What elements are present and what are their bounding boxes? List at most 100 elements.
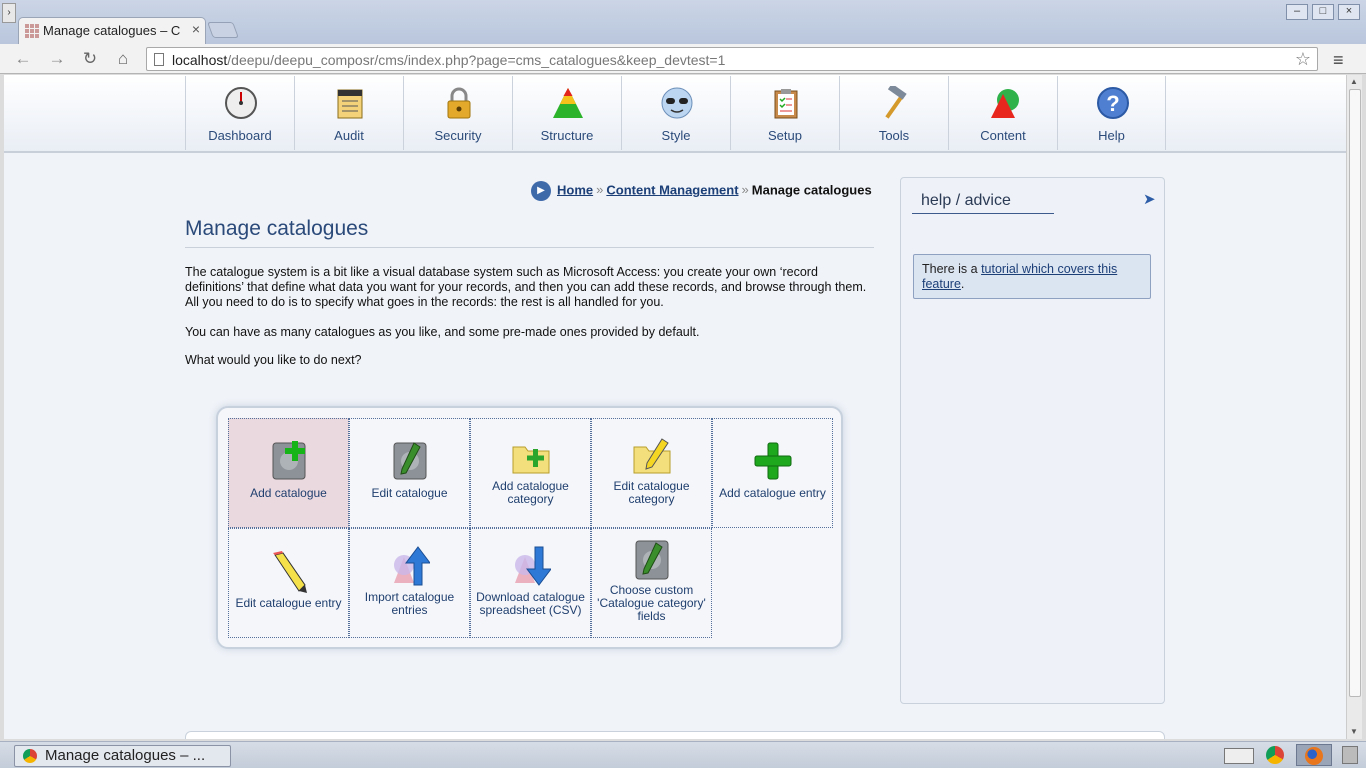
padlock-icon: [447, 87, 471, 119]
breadcrumb-home-link[interactable]: Home: [557, 182, 593, 197]
breadcrumb-current: Manage catalogues: [751, 182, 872, 198]
minimize-window-icon[interactable]: –: [1286, 4, 1308, 20]
edit-catalogue-entry-button[interactable]: Edit catalogue entry: [228, 528, 349, 638]
url-text: localhost/deepu/deepu_composr/cms/index.…: [172, 52, 726, 68]
help-text-after: .: [960, 277, 965, 291]
trash-icon[interactable]: [1342, 746, 1358, 764]
menu-security-label: Security: [434, 128, 482, 143]
maximize-window-icon[interactable]: □: [1312, 4, 1334, 20]
next-prompt: What would you like to do next?: [185, 353, 362, 367]
home-icon[interactable]: ⌂: [112, 49, 134, 69]
breadcrumb-separator: »: [741, 182, 749, 198]
menu-structure-label: Structure: [540, 128, 594, 143]
menu-audit[interactable]: Audit: [294, 76, 403, 150]
help-heading: help / advice: [912, 192, 1054, 214]
bookmark-star-icon[interactable]: ☆: [1295, 49, 1311, 70]
hammer-icon: [885, 86, 907, 119]
address-bar[interactable]: localhost/deepu/deepu_composr/cms/index.…: [146, 47, 1318, 71]
browser-toolbar: ← → ↻ ⌂ localhost/deepu/deepu_composr/cm…: [0, 44, 1366, 74]
menu-dashboard[interactable]: Dashboard: [185, 76, 294, 150]
breadcrumb-section-link[interactable]: Content Management: [606, 182, 738, 197]
footer-box: [185, 731, 1165, 739]
close-window-icon[interactable]: ×: [1338, 4, 1360, 20]
firefox-tray-icon[interactable]: [1296, 744, 1332, 766]
reload-icon[interactable]: ↻: [79, 49, 101, 69]
menu-content[interactable]: Content: [948, 76, 1057, 150]
add-catalogue-entry-button[interactable]: Add catalogue entry: [712, 418, 833, 528]
title-divider: [185, 247, 874, 248]
chrome-tray-icon[interactable]: [1266, 746, 1284, 764]
edit-catalogue-icon: [393, 442, 427, 480]
add-catalogue-category-button[interactable]: Add catalogue category: [470, 418, 591, 528]
add-folder-icon: [512, 446, 550, 474]
clipboard-checklist-icon: [774, 89, 798, 119]
intro-paragraph: The catalogue system is a bit like a vis…: [185, 265, 867, 309]
import-up-arrow-icon: [394, 546, 430, 586]
forward-arrow-icon[interactable]: →: [46, 49, 68, 69]
page-viewport: Dashboard Audit Security Structure Style…: [4, 75, 1346, 739]
edit-catalogue-category-button[interactable]: Edit catalogue category: [591, 418, 712, 528]
admin-top-menu: Dashboard Audit Security Structure Style…: [4, 75, 1346, 153]
side-expand-icon[interactable]: ›: [2, 3, 16, 23]
shapes-icon: [991, 89, 1019, 118]
page-title: Manage catalogues: [185, 217, 369, 240]
scroll-up-icon[interactable]: ▲: [1350, 77, 1358, 86]
choose-custom-fields-label: Choose custom 'Catalogue category' field…: [597, 583, 706, 623]
sunglasses-face-icon: [661, 87, 693, 119]
scroll-down-icon[interactable]: ▼: [1350, 727, 1358, 736]
menu-security[interactable]: Security: [403, 76, 512, 150]
add-catalogue-label: Add catalogue: [250, 486, 327, 500]
help-text-before: There is a: [922, 262, 982, 276]
question-mark-icon: ?: [1097, 87, 1129, 119]
tab-close-icon[interactable]: ×: [192, 21, 200, 37]
choose-custom-fields-button[interactable]: Choose custom 'Catalogue category' field…: [591, 528, 712, 638]
import-catalogue-entries-label: Import catalogue entries: [364, 590, 455, 617]
green-plus-icon: [754, 442, 792, 480]
pyramid-icon: [553, 88, 583, 118]
menu-style[interactable]: Style: [621, 76, 730, 150]
browser-tab[interactable]: Manage catalogues – C ×: [18, 17, 206, 44]
page-scrollbar[interactable]: ▲ ▼: [1346, 75, 1362, 739]
menu-tools[interactable]: Tools: [839, 76, 948, 150]
scrollbar-thumb[interactable]: [1349, 89, 1361, 697]
edit-catalogue-category-label: Edit catalogue category: [613, 479, 690, 506]
menu-content-label: Content: [980, 128, 1026, 143]
menu-structure[interactable]: Structure: [512, 76, 621, 150]
svg-text:?: ?: [1106, 91, 1119, 116]
breadcrumb-arrow-icon: ▶: [531, 181, 551, 201]
edit-folder-icon: [633, 438, 671, 474]
audit-ledger-icon: [337, 89, 363, 119]
help-panel: help / advice ➤ There is a tutorial whic…: [900, 177, 1165, 704]
menu-tools-label: Tools: [878, 128, 910, 143]
back-arrow-icon[interactable]: ←: [12, 49, 34, 69]
breadcrumb-separator: »: [596, 182, 604, 198]
edit-catalogue-label: Edit catalogue: [371, 486, 448, 500]
os-taskbar: Manage catalogues – ...: [0, 741, 1366, 768]
dashboard-gauge-icon: [225, 87, 257, 119]
workspace-switcher-icon[interactable]: [1224, 748, 1254, 764]
taskbar-window-button[interactable]: Manage catalogues – ...: [14, 745, 231, 767]
import-catalogue-entries-button[interactable]: Import catalogue entries: [349, 528, 470, 638]
pencil-icon: [273, 551, 307, 593]
add-catalogue-button[interactable]: Add catalogue: [228, 418, 349, 528]
download-down-arrow-icon: [515, 546, 551, 586]
intro-paragraph-2: You can have as many catalogues as you l…: [185, 325, 700, 339]
menu-style-label: Style: [661, 128, 691, 143]
do-next-panel: Add catalogue Edit catalogue Add catalog…: [216, 406, 843, 649]
menu-setup[interactable]: Setup: [730, 76, 839, 150]
add-catalogue-icon: [272, 441, 306, 480]
chrome-icon: [23, 749, 37, 763]
new-tab-button[interactable]: [207, 22, 239, 38]
menu-help-label: Help: [1098, 128, 1125, 143]
tab-favicon-icon: [25, 24, 39, 38]
collapse-arrow-icon[interactable]: ➤: [1143, 190, 1156, 208]
menu-setup-label: Setup: [768, 128, 802, 143]
add-catalogue-entry-label: Add catalogue entry: [719, 486, 826, 500]
browser-menu-icon[interactable]: ≡: [1333, 50, 1344, 71]
menu-dashboard-label: Dashboard: [208, 128, 272, 143]
taskbar-window-label: Manage catalogues – ...: [45, 747, 206, 764]
edit-catalogue-button[interactable]: Edit catalogue: [349, 418, 470, 528]
page-icon: [154, 53, 164, 66]
menu-help[interactable]: ? Help: [1057, 76, 1166, 150]
download-catalogue-spreadsheet-button[interactable]: Download catalogue spreadsheet (CSV): [470, 528, 591, 638]
